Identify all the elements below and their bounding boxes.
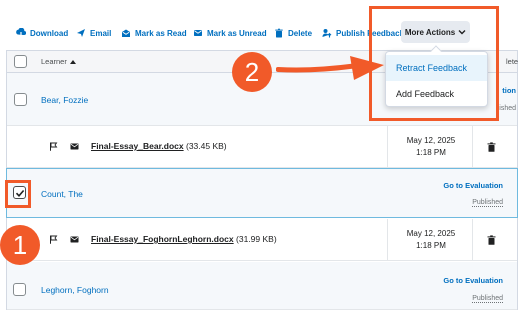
mark-as-unread-button[interactable]: Mark as Unread	[193, 26, 267, 40]
envelope-icon[interactable]	[70, 235, 79, 244]
row-checkbox-bear[interactable]	[14, 93, 27, 106]
file-row-foghorn: Final-Essay_FoghornLeghorn.docx (31.99 K…	[7, 219, 517, 261]
submission-time-foghorn: 1:18 PM	[416, 241, 446, 250]
file-row-bear: Final-Essay_Bear.docx (33.45 KB) May 12,…	[7, 126, 517, 168]
more-actions-menu: Retract Feedback Add Feedback	[385, 45, 488, 107]
more-actions-button[interactable]: More Actions	[401, 21, 470, 43]
chevron-down-icon	[458, 30, 466, 35]
file-link-foghorn[interactable]: Final-Essay_FoghornLeghorn.docx	[91, 234, 234, 244]
file-size-foghorn: (31.99 KB)	[236, 234, 277, 244]
submission-date-cell-foghorn: May 12, 2025 1:18 PM	[387, 219, 473, 260]
learner-header-label: Learner	[41, 57, 67, 66]
learner-name-leghorn[interactable]: Leghorn, Foghorn	[41, 285, 109, 295]
status-label-leghorn: Published	[472, 295, 503, 303]
download-icon	[16, 28, 26, 38]
file-attachment-foghorn: Final-Essay_FoghornLeghorn.docx (31.99 K…	[91, 234, 277, 244]
row-checkbox-leghorn[interactable]	[13, 283, 26, 296]
submission-time-bear: 1:18 PM	[416, 148, 446, 157]
add-feedback-label: Add Feedback	[396, 89, 455, 99]
row-checkbox-count[interactable]	[13, 186, 26, 199]
more-actions-label: More Actions	[404, 27, 456, 37]
delete-column-header: lete	[506, 57, 519, 66]
go-to-evaluation-link-leghorn[interactable]: Go to Evaluation	[443, 276, 503, 285]
mark-as-read-button[interactable]: Mark as Read	[121, 26, 187, 40]
trash-icon[interactable]	[487, 142, 496, 152]
callout-badge-1: 1	[0, 225, 40, 265]
callout-badge-2: 2	[232, 52, 272, 92]
menu-item-add-feedback[interactable]: Add Feedback	[386, 81, 487, 107]
status-badge-bear: lished	[497, 105, 516, 112]
envelope-icon	[194, 30, 202, 36]
envelope-icon[interactable]	[70, 142, 79, 151]
callout-arrow-icon	[276, 56, 384, 80]
submission-date-cell-bear: May 12, 2025 1:18 PM	[387, 126, 473, 167]
checkmark-icon	[15, 189, 24, 197]
send-icon	[77, 29, 85, 37]
flag-icon[interactable]	[49, 235, 58, 244]
learner-name-bear[interactable]: Bear, Fozzie	[41, 95, 88, 105]
select-all-checkbox[interactable]	[14, 55, 27, 68]
go-to-evaluation-link-bear[interactable]: tion	[502, 86, 516, 95]
submission-date-foghorn: May 12, 2025	[406, 229, 456, 238]
publish-icon	[322, 29, 332, 38]
mark-as-unread-label: Mark as Unread	[207, 28, 267, 38]
delete-button[interactable]: Delete	[274, 26, 312, 40]
download-label: Download	[30, 28, 69, 38]
file-row-icons	[49, 235, 79, 244]
menu-item-retract-feedback[interactable]: Retract Feedback	[386, 55, 487, 81]
mark-as-read-label: Mark as Read	[135, 28, 187, 38]
status-badge-leghorn: Published	[472, 295, 503, 303]
status-badge-count: Published	[472, 199, 503, 207]
file-size-bear: (33.45 KB)	[185, 141, 227, 151]
flag-icon[interactable]	[49, 142, 58, 151]
publish-feedback-label: Publish Feedback	[336, 28, 405, 38]
trash-icon	[275, 28, 283, 38]
retract-feedback-label: Retract Feedback	[396, 63, 468, 73]
delete-label: Delete	[288, 28, 313, 38]
email-label: Email	[90, 28, 112, 38]
email-button[interactable]: Email	[76, 26, 111, 40]
download-button[interactable]: Download	[16, 26, 68, 40]
status-label-count: Published	[472, 199, 503, 207]
envelope-open-icon	[122, 29, 130, 37]
go-to-evaluation-link-count[interactable]: Go to Evaluation	[443, 181, 503, 190]
file-link-bear[interactable]: Final-Essay_Bear.docx	[91, 141, 184, 151]
sort-ascending-icon	[69, 59, 76, 64]
learner-row-leghorn: Leghorn, Foghorn Go to Evaluation Publis…	[7, 262, 517, 310]
file-attachment-bear: Final-Essay_Bear.docx (33.45 KB)	[91, 141, 227, 151]
file-row-icons	[49, 142, 79, 151]
trash-icon[interactable]	[487, 235, 496, 245]
publish-feedback-button[interactable]: Publish Feedback	[322, 26, 404, 40]
submission-date-bear: May 12, 2025	[406, 136, 456, 145]
learner-name-count[interactable]: Count, The	[41, 189, 83, 199]
learner-column-header[interactable]: Learner	[41, 57, 76, 66]
learner-row-count: Count, The Go to Evaluation Published	[6, 168, 518, 218]
